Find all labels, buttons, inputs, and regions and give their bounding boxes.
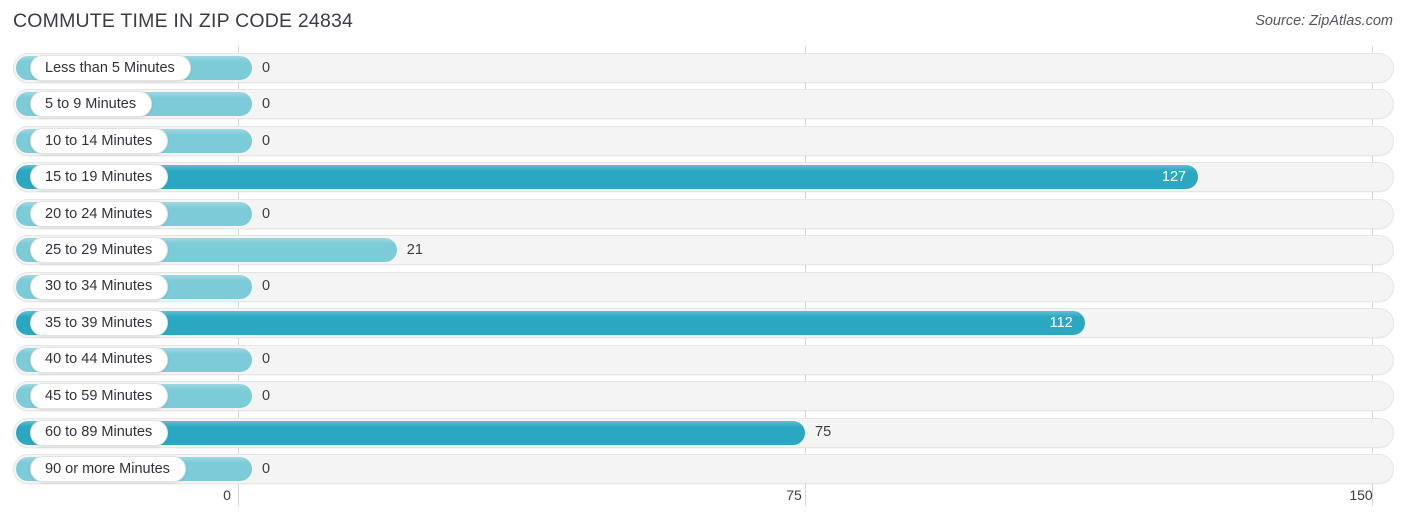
value-label: 75 <box>815 424 832 441</box>
category-label: 20 to 24 Minutes <box>45 205 153 222</box>
value-label: 0 <box>262 132 271 149</box>
category-label: 90 or more Minutes <box>45 460 170 477</box>
category-label: 5 to 9 Minutes <box>45 96 137 113</box>
value-label: 0 <box>262 205 271 222</box>
value-label: 0 <box>262 387 271 404</box>
value-label: 0 <box>262 351 271 368</box>
bar-row[interactable]: 10 to 14 Minutes 0 <box>0 125 1406 156</box>
chart-source-attribution: Source: ZipAtlas.com <box>1255 13 1393 29</box>
bar-sheen <box>16 165 1199 172</box>
category-label-pill: 90 or more Minutes <box>30 455 186 482</box>
bar-row[interactable]: 90 or more Minutes 0 <box>0 453 1406 484</box>
category-label-pill: 25 to 29 Minutes <box>30 237 169 264</box>
category-label-pill: 45 to 59 Minutes <box>30 383 169 410</box>
bar-row[interactable]: 40 to 44 Minutes 0 <box>0 344 1406 375</box>
category-label: 15 to 19 Minutes <box>45 169 153 186</box>
value-label: 0 <box>262 59 271 76</box>
bar-rows: Less than 5 Minutes 0 5 to 9 Minutes 0 10 to… <box>0 46 1406 484</box>
category-label: 60 to 89 Minutes <box>45 424 153 441</box>
value-label: 127 <box>1161 169 1187 186</box>
category-label: 10 to 14 Minutes <box>45 132 153 149</box>
category-label-pill: 5 to 9 Minutes <box>30 91 153 118</box>
bar-row[interactable]: 35 to 39 Minutes 112 <box>0 308 1406 339</box>
bar-row[interactable]: 5 to 9 Minutes 0 <box>0 89 1406 120</box>
x-tick-label: 150 <box>1349 487 1373 503</box>
bar-sheen <box>16 311 1085 318</box>
value-bar[interactable] <box>16 311 1085 336</box>
value-label: 0 <box>262 460 271 477</box>
x-tick-label: 75 <box>786 487 802 503</box>
value-bar[interactable] <box>16 165 1199 190</box>
bar-row[interactable]: 20 to 24 Minutes 0 <box>0 198 1406 229</box>
category-label: Less than 5 Minutes <box>45 59 175 76</box>
x-axis: 0 75 150 <box>0 484 1406 523</box>
bar-row[interactable]: 30 to 34 Minutes 0 <box>0 271 1406 302</box>
bar-row[interactable]: 25 to 29 Minutes 21 <box>0 235 1406 266</box>
plot-area: Less than 5 Minutes 0 5 to 9 Minutes 0 10 to… <box>0 46 1406 484</box>
category-label: 30 to 34 Minutes <box>45 278 153 295</box>
bar-row[interactable]: 15 to 19 Minutes 127 <box>0 162 1406 193</box>
page-title: COMMUTE TIME IN ZIP CODE 24834 <box>13 10 354 32</box>
category-label: 25 to 29 Minutes <box>45 242 153 258</box>
category-label-pill: 20 to 24 Minutes <box>30 200 169 227</box>
bar-row[interactable]: Less than 5 Minutes 0 <box>0 53 1406 83</box>
category-label-pill: 35 to 39 Minutes <box>30 310 169 337</box>
value-label: 21 <box>406 242 423 258</box>
category-label-pill: Less than 5 Minutes <box>30 55 191 81</box>
category-label: 35 to 39 Minutes <box>45 314 153 331</box>
category-label-pill: 40 to 44 Minutes <box>30 346 169 373</box>
value-label: 112 <box>1049 314 1073 331</box>
category-label-pill: 10 to 14 Minutes <box>30 127 169 154</box>
value-label: 0 <box>262 96 271 113</box>
category-label: 45 to 59 Minutes <box>45 387 153 404</box>
value-label: 0 <box>262 278 271 295</box>
commute-time-chart: COMMUTE TIME IN ZIP CODE 24834 Source: Z… <box>0 0 1406 523</box>
bar-row[interactable]: 60 to 89 Minutes 75 <box>0 417 1406 448</box>
category-label-pill: 15 to 19 Minutes <box>30 164 169 191</box>
x-tick-label: 0 <box>223 487 231 503</box>
axis-tick-mark <box>238 484 239 506</box>
axis-tick-mark <box>805 484 806 506</box>
bar-row[interactable]: 45 to 59 Minutes 0 <box>0 381 1406 412</box>
category-label-pill: 30 to 34 Minutes <box>30 273 169 300</box>
category-label: 40 to 44 Minutes <box>45 351 153 368</box>
category-label-pill: 60 to 89 Minutes <box>30 419 169 446</box>
